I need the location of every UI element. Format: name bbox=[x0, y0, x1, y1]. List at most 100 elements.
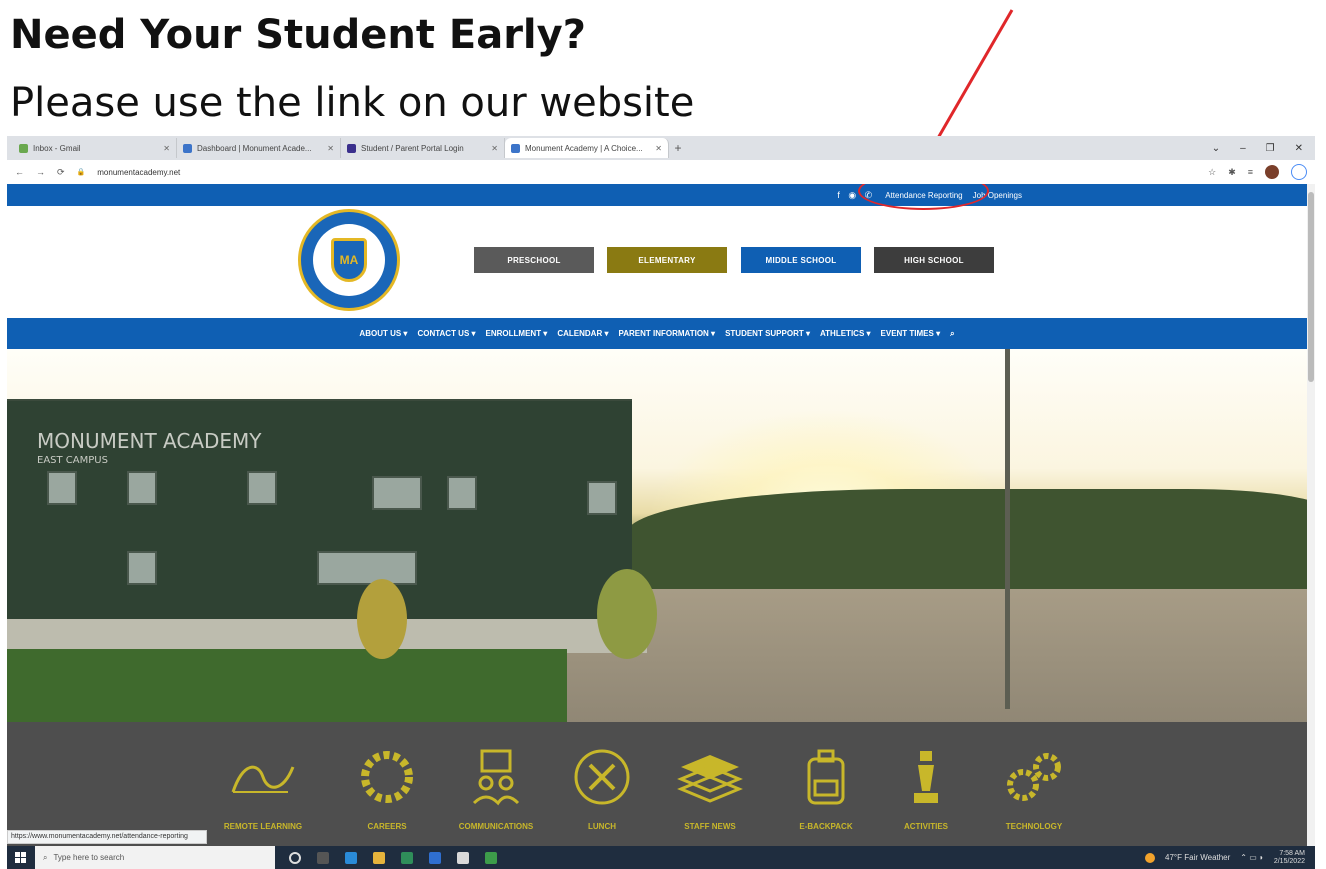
building-window bbox=[447, 476, 477, 510]
lunch-icon[interactable] bbox=[567, 742, 637, 812]
nav-enrollment[interactable]: ENROLLMENT ▾ bbox=[486, 329, 548, 338]
taskbar-search-placeholder: Type here to search bbox=[53, 853, 125, 862]
favicon-icon bbox=[347, 143, 356, 153]
close-window-icon[interactable]: ✕ bbox=[1295, 143, 1303, 154]
url-field[interactable]: monumentacademy.net bbox=[97, 168, 180, 177]
reload-icon[interactable]: ⟳ bbox=[57, 167, 65, 178]
page-heading: Need Your Student Early? bbox=[10, 12, 586, 58]
tab-title: Monument Academy | A Choice... bbox=[525, 143, 643, 153]
taskbar-apps bbox=[275, 851, 497, 864]
nav-parent-information[interactable]: PARENT INFORMATION ▾ bbox=[618, 329, 715, 338]
network-icon[interactable]: ⌃ ▭ ◗ bbox=[1240, 853, 1264, 862]
search-icon: ⌕ bbox=[43, 852, 48, 862]
close-tab-icon[interactable]: ✕ bbox=[327, 144, 334, 153]
widgets-icon[interactable] bbox=[317, 851, 329, 864]
lawn bbox=[7, 649, 567, 722]
reading-list-icon[interactable]: ≡ bbox=[1248, 167, 1253, 177]
high-school-button[interactable]: HIGH SCHOOL bbox=[874, 247, 994, 273]
preschool-button[interactable]: PRESCHOOL bbox=[474, 247, 594, 273]
middle-school-button[interactable]: MIDDLE SCHOOL bbox=[741, 247, 861, 273]
light-pole bbox=[1005, 349, 1010, 709]
quick-link-label[interactable]: STAFF NEWS bbox=[655, 822, 765, 831]
quick-link-label[interactable]: LUNCH bbox=[547, 822, 657, 831]
nav-calendar[interactable]: CALENDAR ▾ bbox=[557, 329, 608, 338]
scrollbar-thumb[interactable] bbox=[1308, 192, 1314, 382]
maximize-icon[interactable]: ❐ bbox=[1266, 143, 1275, 154]
quick-link-label[interactable]: REMOTE LEARNING bbox=[208, 822, 318, 831]
main-navigation: ABOUT US ▾ CONTACT US ▾ ENROLLMENT ▾ CAL… bbox=[7, 318, 1307, 349]
window-controls: ⌄ – ❐ ✕ bbox=[1212, 143, 1315, 154]
browser-tab[interactable]: Student / Parent Portal Login ✕ bbox=[341, 138, 505, 158]
building-sign: MONUMENT ACADEMY EAST CAMPUS bbox=[37, 431, 262, 471]
close-tab-icon[interactable]: ✕ bbox=[163, 144, 170, 153]
browser-tab[interactable]: Inbox - Gmail ✕ bbox=[13, 138, 177, 158]
activities-icon[interactable] bbox=[891, 742, 961, 812]
quick-link-label[interactable]: E-BACKPACK bbox=[771, 822, 881, 831]
new-tab-button[interactable]: + bbox=[669, 141, 687, 155]
quick-link-label[interactable]: COMMUNICATIONS bbox=[441, 822, 551, 831]
communications-icon[interactable] bbox=[461, 742, 531, 812]
search-icon[interactable]: ⌕ bbox=[950, 329, 954, 339]
quick-link-label[interactable]: CAREERS bbox=[332, 822, 442, 831]
site-topbar: f ◉ ✆ Attendance Reporting Job Openings bbox=[7, 184, 1307, 210]
building-sign-line1: MONUMENT ACADEMY bbox=[37, 429, 262, 453]
sidewalk bbox=[7, 619, 647, 653]
quick-link-label[interactable]: TECHNOLOGY bbox=[979, 822, 1089, 831]
extensions-icon[interactable]: ✱ bbox=[1228, 167, 1236, 178]
quick-links-band: REMOTE LEARNING CAREERS COMMUNICATIONS L… bbox=[7, 722, 1307, 846]
toolbar-right: ☆ ✱ ≡ bbox=[1208, 164, 1307, 180]
tab-title: Student / Parent Portal Login bbox=[361, 143, 464, 153]
nav-student-support[interactable]: STUDENT SUPPORT ▾ bbox=[725, 329, 810, 338]
page-scrollbar[interactable] bbox=[1307, 184, 1315, 846]
forward-icon[interactable]: → bbox=[36, 167, 45, 177]
tree-line bbox=[627, 489, 1307, 599]
browser-tab[interactable]: Dashboard | Monument Acade... ✕ bbox=[177, 138, 341, 158]
favicon-icon bbox=[19, 143, 28, 153]
elementary-button[interactable]: ELEMENTARY bbox=[607, 247, 727, 273]
close-tab-icon[interactable]: ✕ bbox=[491, 144, 498, 153]
mail-icon[interactable] bbox=[429, 851, 441, 864]
quick-link-label[interactable]: ACTIVITIES bbox=[871, 822, 981, 831]
bookmark-star-icon[interactable]: ☆ bbox=[1208, 167, 1216, 178]
remote-learning-icon[interactable] bbox=[228, 742, 298, 812]
close-tab-icon[interactable]: ✕ bbox=[655, 144, 662, 153]
nav-about-us[interactable]: ABOUT US ▾ bbox=[359, 329, 407, 338]
link-status-bar: https://www.monumentacademy.net/attendan… bbox=[7, 830, 207, 844]
profile-avatar[interactable] bbox=[1265, 165, 1279, 179]
back-icon[interactable]: ← bbox=[15, 167, 24, 177]
building-window bbox=[247, 471, 277, 505]
tab-search-icon[interactable]: ⌄ bbox=[1212, 143, 1220, 154]
website-page: f ◉ ✆ Attendance Reporting Job Openings … bbox=[7, 184, 1307, 846]
edge-icon[interactable] bbox=[345, 851, 357, 864]
task-view-icon[interactable] bbox=[289, 851, 301, 864]
nav-event-times[interactable]: EVENT TIMES ▾ bbox=[881, 329, 941, 338]
clock-date: 2/15/2022 bbox=[1273, 857, 1305, 865]
start-button[interactable] bbox=[7, 846, 35, 869]
clock[interactable]: 7:58 AM 2/15/2022 bbox=[1274, 850, 1305, 866]
page-subheading: Please use the link on our website bbox=[10, 80, 695, 126]
annotation-circle bbox=[858, 184, 989, 210]
system-tray: 47°F Fair Weather ⌃ ▭ ◗ 7:58 AM 2/15/202… bbox=[1145, 850, 1315, 866]
taskbar-search[interactable]: ⌕ Type here to search bbox=[35, 846, 275, 869]
tab-title: Inbox - Gmail bbox=[33, 143, 81, 153]
careers-icon[interactable] bbox=[352, 742, 422, 812]
favicon-icon bbox=[511, 143, 520, 153]
extension-circle-icon[interactable] bbox=[1291, 164, 1307, 180]
weather-text[interactable]: 47°F Fair Weather bbox=[1165, 853, 1230, 862]
building-sign-line2: EAST CAMPUS bbox=[37, 455, 108, 466]
nav-athletics[interactable]: ATHLETICS ▾ bbox=[820, 329, 871, 338]
app-icon[interactable] bbox=[485, 851, 497, 864]
store-icon[interactable] bbox=[401, 851, 413, 864]
chrome-icon[interactable] bbox=[457, 851, 469, 864]
tree bbox=[357, 579, 407, 659]
technology-icon[interactable] bbox=[999, 742, 1069, 812]
staff-news-icon[interactable] bbox=[675, 742, 745, 812]
minimize-icon[interactable]: – bbox=[1240, 143, 1246, 154]
backpack-icon[interactable] bbox=[791, 742, 861, 812]
nav-contact-us[interactable]: CONTACT US ▾ bbox=[417, 329, 475, 338]
building-window bbox=[47, 471, 77, 505]
weather-icon bbox=[1145, 852, 1155, 863]
file-explorer-icon[interactable] bbox=[373, 851, 385, 864]
browser-tab-active[interactable]: Monument Academy | A Choice... ✕ bbox=[505, 138, 669, 158]
school-logo[interactable]: MA bbox=[298, 209, 400, 311]
